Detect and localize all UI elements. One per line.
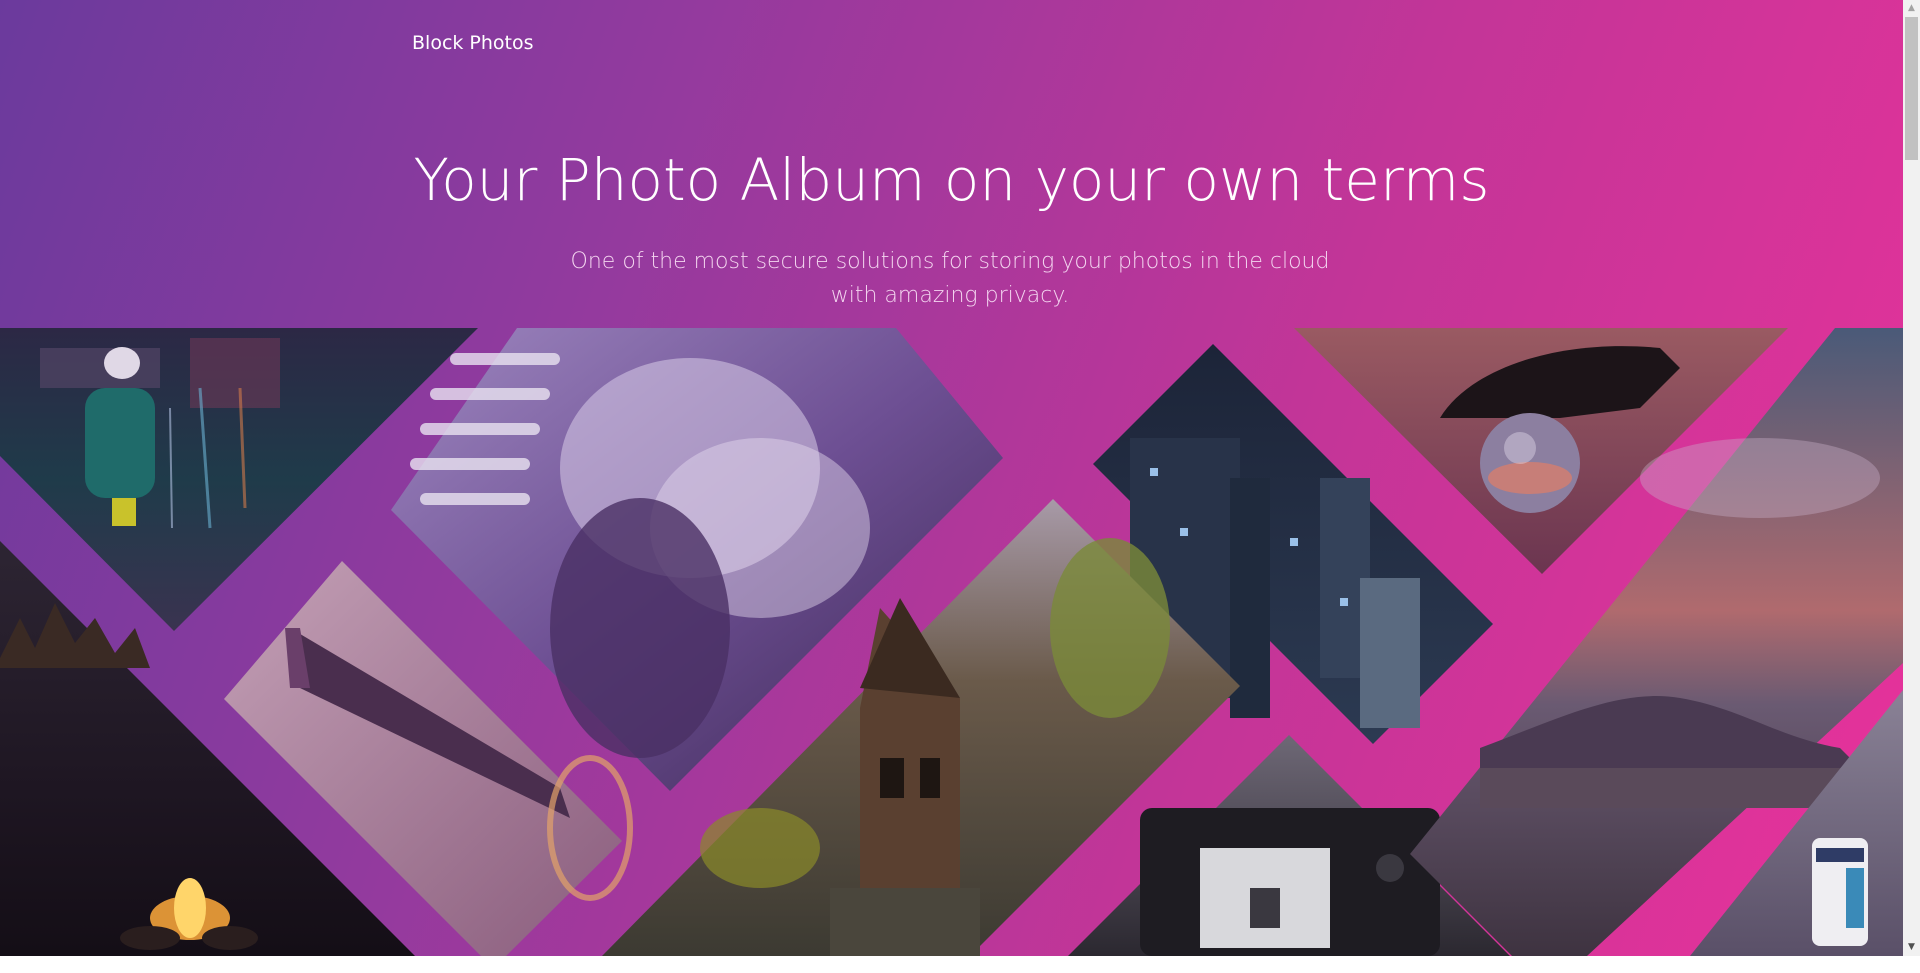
- page-bottom-strip: [0, 956, 1920, 973]
- brand-logo[interactable]: Block Photos: [412, 32, 534, 54]
- photo-collage: [0, 328, 1903, 956]
- arrow-up-icon[interactable]: ▲: [1903, 0, 1920, 17]
- hero-section: Block Photos Your Photo Album on your ow…: [0, 0, 1903, 956]
- hero-headline: Your Photo Album on your own terms: [413, 146, 1490, 214]
- arrow-down-icon[interactable]: ▼: [1903, 939, 1920, 956]
- hero-subtitle: One of the most secure solutions for sto…: [570, 249, 1330, 308]
- photo-rider-in-rain-city: [0, 328, 478, 631]
- page: Block Photos Your Photo Album on your ow…: [0, 0, 1920, 973]
- vertical-scrollbar[interactable]: ▲ ▼: [1903, 0, 1920, 956]
- scrollbar-thumb[interactable]: [1905, 17, 1918, 160]
